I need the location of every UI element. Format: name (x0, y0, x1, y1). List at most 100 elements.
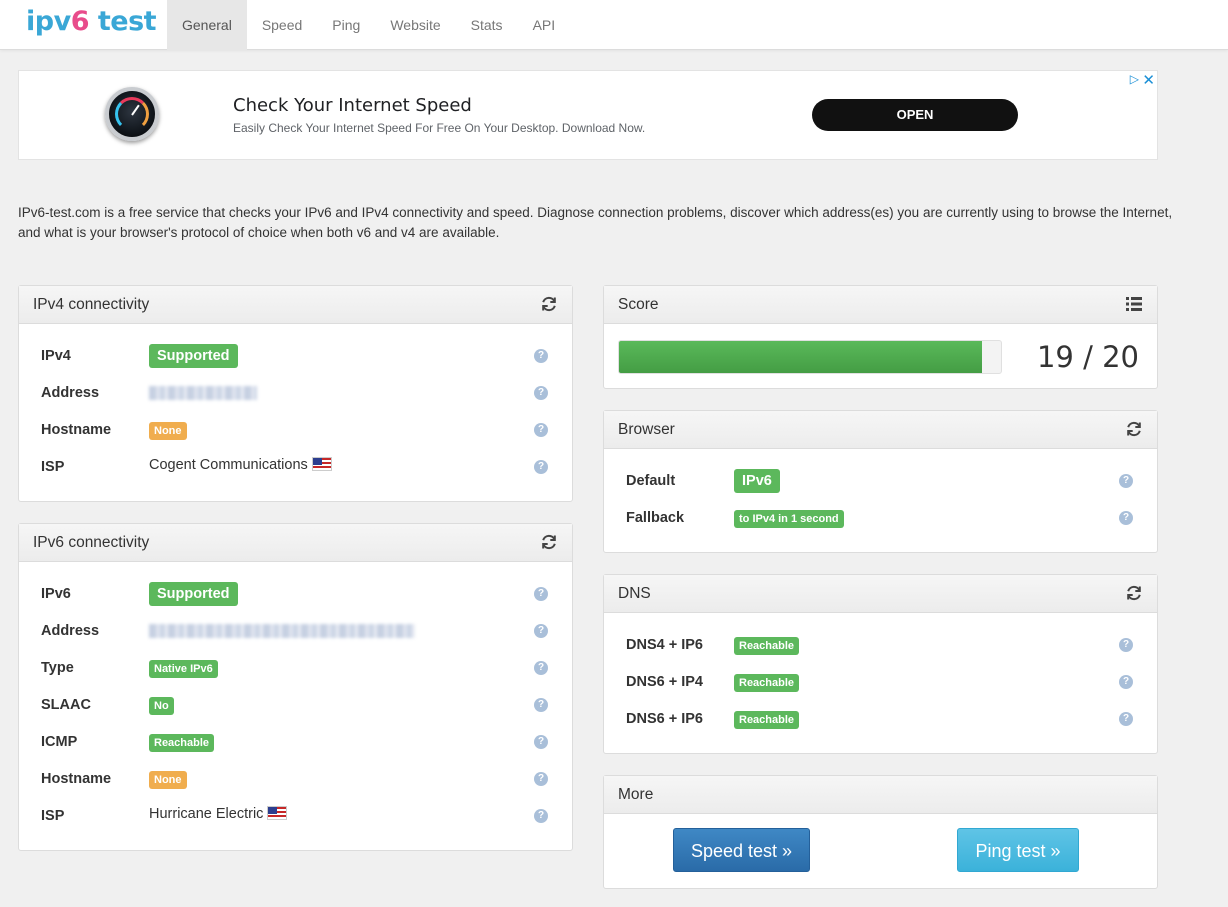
dns-badge: Reachable (734, 637, 800, 655)
help-icon[interactable]: ? (534, 661, 548, 675)
row-label: ISP (41, 459, 65, 475)
dns-row-dns6-ip6: DNS6 + IP6 Reachable ? (604, 707, 1159, 733)
dns-row-dns4-ip6: DNS4 + IP6 Reachable ? (604, 633, 1159, 659)
intro-text: IPv6-test.com is a free service that che… (18, 205, 1173, 240)
help-icon[interactable]: ? (534, 809, 548, 823)
ipv4-row-isp: ISP Cogent Communications ? (19, 455, 574, 481)
ipv6-row-icmp: ICMP Reachable ? (19, 730, 574, 756)
help-icon[interactable]: ? (1119, 712, 1133, 726)
hostname-badge: None (149, 771, 187, 789)
ipv6-panel: IPv6 connectivity IPv6 Supported ? Addre… (18, 523, 573, 851)
site-logo[interactable]: ipv6 test (26, 6, 157, 37)
row-label: Hostname (41, 771, 112, 787)
fallback-badge: to IPv4 in 1 second (734, 510, 844, 528)
score-panel: Score 19 / 20 (603, 285, 1158, 389)
row-label: Default (626, 473, 676, 489)
score-progress-bar (618, 340, 1002, 374)
help-icon[interactable]: ? (534, 460, 548, 474)
ad-choices-icon[interactable]: ▷ (1130, 72, 1139, 86)
nav-ping[interactable]: Ping (317, 0, 375, 50)
ad-title: Check Your Internet Speed (233, 95, 472, 116)
dns-panel-header: DNS (604, 575, 1157, 613)
ipv6-row-isp: ISP Hurricane Electric ? (19, 804, 574, 830)
row-label: Address (41, 385, 100, 401)
more-panel-title: More (618, 786, 654, 803)
ipv4-panel-header: IPv4 connectivity (19, 286, 572, 324)
row-label: ICMP (41, 734, 78, 750)
refresh-icon[interactable] (1125, 420, 1143, 438)
ipv6-row-hostname: Hostname None ? (19, 767, 574, 793)
default-protocol-badge: IPv6 (734, 469, 780, 493)
row-label: ISP (41, 808, 65, 824)
hostname-badge: None (149, 422, 187, 440)
ad-close-icon[interactable]: ✕ (1142, 71, 1155, 89)
ipv6-row-type: Type Native IPv6 ? (19, 656, 574, 682)
nav-stats[interactable]: Stats (456, 0, 518, 50)
nav-speed[interactable]: Speed (247, 0, 317, 50)
row-label: Fallback (626, 510, 685, 526)
main-nav: General Speed Ping Website Stats API (167, 0, 570, 50)
ipv4-row-address: Address ? (19, 381, 574, 407)
browser-panel-title: Browser (618, 421, 675, 438)
ipv6-panel-title: IPv6 connectivity (33, 534, 150, 551)
refresh-icon[interactable] (540, 533, 558, 551)
help-icon[interactable]: ? (534, 698, 548, 712)
score-value: 19 / 20 (1036, 340, 1139, 374)
help-icon[interactable]: ? (1119, 474, 1133, 488)
status-badge: Supported (149, 344, 238, 368)
row-label: DNS6 + IP6 (626, 711, 703, 727)
refresh-icon[interactable] (540, 295, 558, 313)
ad-subtitle: Easily Check Your Internet Speed For Fre… (233, 121, 646, 135)
isp-name: Hurricane Electric (149, 806, 264, 822)
list-icon[interactable] (1125, 295, 1143, 313)
ipv4-panel: IPv4 connectivity IPv4 Supported ? Addre… (18, 285, 573, 502)
ping-test-button[interactable]: Ping test » (957, 828, 1079, 872)
ipv6-panel-header: IPv6 connectivity (19, 524, 572, 562)
help-icon[interactable]: ? (534, 735, 548, 749)
ipv4-row-status: IPv4 Supported ? (19, 344, 574, 370)
blurred-address (149, 386, 257, 400)
help-icon[interactable]: ? (534, 386, 548, 400)
logo-text-6: 6 (70, 6, 90, 37)
type-badge: Native IPv6 (149, 660, 218, 678)
row-label: DNS4 + IP6 (626, 637, 703, 653)
refresh-icon[interactable] (1125, 584, 1143, 602)
row-label: Hostname (41, 422, 112, 438)
help-icon[interactable]: ? (1119, 511, 1133, 525)
ad-banner[interactable]: Check Your Internet Speed Easily Check Y… (18, 70, 1158, 160)
help-icon[interactable]: ? (1119, 675, 1133, 689)
ad-open-button[interactable]: OPEN (812, 99, 1018, 131)
help-icon[interactable]: ? (534, 423, 548, 437)
us-flag-icon (311, 457, 332, 471)
more-panel: More Speed test » Ping test » (603, 775, 1158, 889)
icmp-badge: Reachable (149, 734, 215, 752)
dns-badge: Reachable (734, 711, 800, 729)
row-label: Address (41, 623, 100, 639)
speed-test-button[interactable]: Speed test » (673, 828, 810, 872)
status-badge: Supported (149, 582, 238, 606)
nav-website[interactable]: Website (375, 0, 455, 50)
dns-panel: DNS DNS4 + IP6 Reachable ? DNS6 + IP4 Re… (603, 574, 1158, 754)
browser-panel-header: Browser (604, 411, 1157, 449)
row-label: IPv4 (41, 348, 71, 364)
dns-row-dns6-ip4: DNS6 + IP4 Reachable ? (604, 670, 1159, 696)
nav-general[interactable]: General (167, 0, 247, 50)
dns-panel-title: DNS (618, 585, 651, 602)
help-icon[interactable]: ? (534, 772, 548, 786)
help-icon[interactable]: ? (534, 624, 548, 638)
top-navbar: ipv6 test General Speed Ping Website Sta… (0, 0, 1228, 50)
browser-panel: Browser Default IPv6 ? Fallback to IPv4 … (603, 410, 1158, 553)
help-icon[interactable]: ? (534, 587, 548, 601)
help-icon[interactable]: ? (1119, 638, 1133, 652)
speedometer-icon (105, 87, 159, 141)
logo-text-test: test (88, 6, 157, 37)
help-icon[interactable]: ? (534, 349, 548, 363)
score-panel-header: Score (604, 286, 1157, 324)
logo-text-ipv: ipv (26, 6, 71, 37)
row-label: IPv6 (41, 586, 71, 602)
ipv6-row-slaac: SLAAC No ? (19, 693, 574, 719)
isp-name: Cogent Communications (149, 457, 308, 473)
row-label: DNS6 + IP4 (626, 674, 703, 690)
nav-api[interactable]: API (518, 0, 571, 50)
slaac-badge: No (149, 697, 174, 715)
